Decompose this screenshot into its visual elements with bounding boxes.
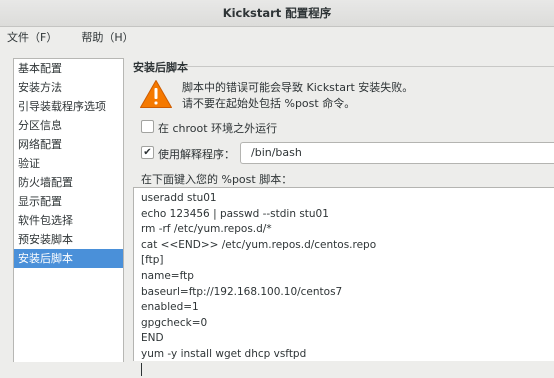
script-line: baseurl=ftp://192.168.100.10/centos7 <box>141 285 343 298</box>
script-line: rm -rf /etc/yum.repos.d/* <box>141 223 272 236</box>
section-title: 安装后脚本 <box>133 61 188 74</box>
window-title: Kickstart 配置程序 <box>222 6 332 20</box>
post-script-textarea[interactable]: useradd stu01 echo 123456 | passwd --std… <box>133 187 554 377</box>
chroot-checkbox[interactable] <box>141 120 154 133</box>
warning-triangle-icon <box>140 80 172 108</box>
checkmark-icon: ✔ <box>143 146 152 158</box>
script-line: enabled=1 <box>141 301 199 314</box>
sidebar-item-firewall[interactable]: 防火墙配置 <box>14 173 123 192</box>
sidebar-item-display[interactable]: 显示配置 <box>14 192 123 211</box>
sidebar-item-auth[interactable]: 验证 <box>14 154 123 173</box>
menu-bar: 文件（F） 帮助（H） <box>0 27 554 47</box>
sidebar-item-post-script[interactable]: 安装后脚本 <box>14 249 123 268</box>
sidebar-item-partition[interactable]: 分区信息 <box>14 116 123 135</box>
interpreter-checkbox[interactable]: ✔ <box>141 146 154 159</box>
script-line: END <box>141 332 164 345</box>
script-line: yum -y install wget dhcp vsftpd <box>141 347 307 360</box>
text-caret <box>141 363 142 377</box>
menu-help[interactable]: 帮助（H） <box>81 29 133 45</box>
script-line: [ftp] <box>141 254 164 267</box>
menu-file[interactable]: 文件（F） <box>7 29 57 45</box>
sidebar-item-pre-script[interactable]: 预安装脚本 <box>14 230 123 249</box>
warning-message: 脚本中的错误可能会导致 Kickstart 安装失败。请不要在起始处包括 %po… <box>182 81 414 110</box>
script-line: cat <<END>> /etc/yum.repos.d/centos.repo <box>141 238 377 251</box>
sidebar-item-basic-config[interactable]: 基本配置 <box>14 59 123 78</box>
sidebar-list: 基本配置 安装方法 引导装载程序选项 分区信息 网络配置 验证 防火墙配置 显示… <box>13 58 124 362</box>
section-divider <box>181 66 554 67</box>
sidebar-item-bootloader[interactable]: 引导装载程序选项 <box>14 97 123 116</box>
chroot-checkbox-label[interactable]: 在 chroot 环境之外运行 <box>158 120 277 136</box>
script-line: useradd stu01 <box>141 192 217 204</box>
script-line: echo 123456 | passwd --stdin stu01 <box>141 207 329 220</box>
script-line: name=ftp <box>141 269 194 282</box>
script-line: gpgcheck=0 <box>141 316 208 329</box>
title-bar: Kickstart 配置程序 <box>0 0 554 27</box>
script-label: 在下面键入您的 %post 脚本： <box>141 173 293 186</box>
text-cursor-line <box>141 363 554 378</box>
sidebar-item-install-method[interactable]: 安装方法 <box>14 78 123 97</box>
interpreter-input[interactable]: /bin/bash <box>240 142 554 164</box>
sidebar-item-network[interactable]: 网络配置 <box>14 135 123 154</box>
sidebar-item-packages[interactable]: 软件包选择 <box>14 211 123 230</box>
interpreter-checkbox-label[interactable]: 使用解释程序： <box>158 146 235 162</box>
